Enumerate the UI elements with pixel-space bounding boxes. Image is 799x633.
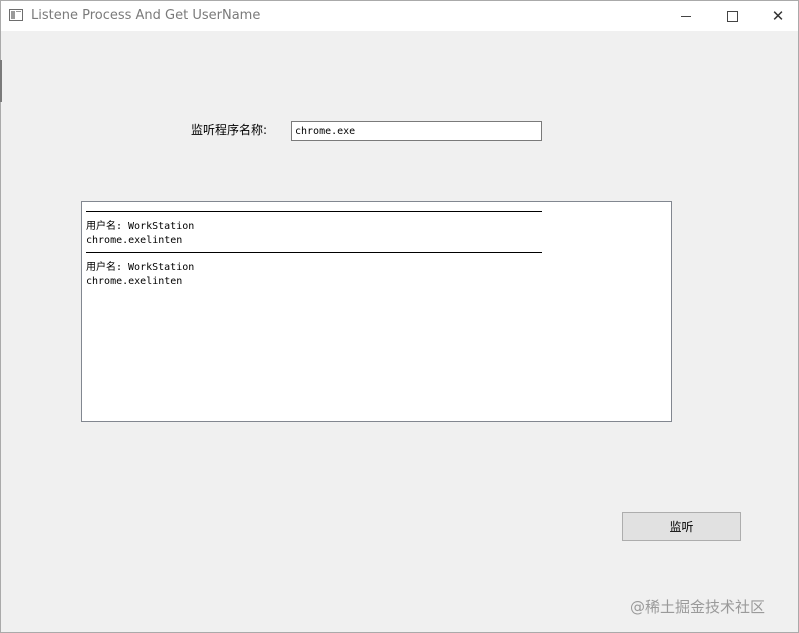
record-user-line: 用户名: WorkStation <box>86 221 195 232</box>
record-detail-line: chrome.exelinten <box>86 276 183 287</box>
close-button[interactable]: ✕ <box>755 1 799 31</box>
output-textbox[interactable]: 用户名: WorkStation chrome.exelinten 用户名: W… <box>81 201 672 422</box>
title-bar[interactable]: Listene Process And Get UserName ✕ <box>1 1 798 31</box>
output-record: 用户名: WorkStation chrome.exelinten <box>82 211 671 248</box>
process-name-input[interactable] <box>291 121 542 141</box>
minimize-button[interactable] <box>663 1 709 31</box>
listen-button[interactable]: 监听 <box>622 512 741 541</box>
minimize-icon <box>681 15 691 17</box>
window-edge-marker <box>0 60 2 102</box>
close-icon: ✕ <box>771 7 785 25</box>
maximize-button[interactable] <box>709 1 755 31</box>
watermark-text: @稀土掘金技术社区 <box>630 598 766 616</box>
app-icon <box>9 9 23 21</box>
maximize-icon <box>726 10 738 22</box>
process-name-label: 监听程序名称: <box>191 123 268 137</box>
window-title: Listene Process And Get UserName <box>31 8 261 23</box>
output-record: 用户名: WorkStation chrome.exelinten <box>82 252 671 289</box>
record-user-line: 用户名: WorkStation <box>86 262 195 273</box>
record-detail-line: chrome.exelinten <box>86 235 183 246</box>
